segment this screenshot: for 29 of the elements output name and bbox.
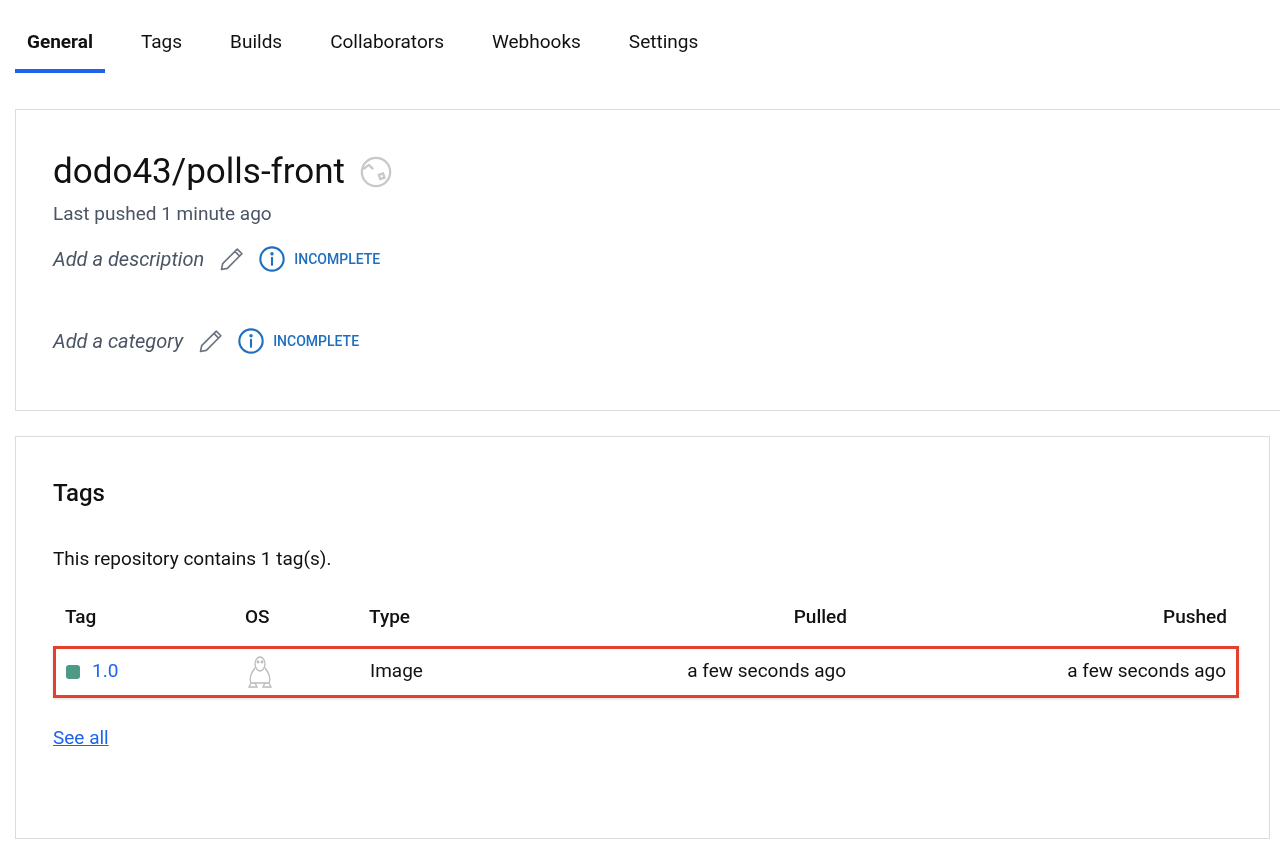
field-placeholder[interactable]: Add a description bbox=[53, 244, 205, 274]
globe-icon bbox=[359, 154, 393, 189]
column-header: Type bbox=[369, 604, 412, 630]
column-header: OS bbox=[245, 604, 271, 630]
column-header: Pulled bbox=[792, 604, 847, 630]
info-icon bbox=[258, 245, 287, 273]
column-header: Tag bbox=[65, 604, 98, 630]
pulled-cell-text: a few seconds ago bbox=[686, 658, 846, 685]
tab[interactable]: Webhooks bbox=[479, 28, 593, 73]
tab[interactable]: Settings bbox=[616, 28, 711, 73]
table-row[interactable]: 1.0 Image a few seconds ago a few seconds ago bbox=[53, 645, 1239, 698]
last-pushed-text: Last pushed 1 minute ago bbox=[53, 200, 273, 227]
info-icon bbox=[237, 327, 266, 355]
pushed-cell-text: a few seconds ago bbox=[1066, 658, 1226, 685]
tab[interactable]: Tags bbox=[129, 28, 195, 73]
tab[interactable]: General bbox=[15, 28, 105, 73]
tab[interactable]: Collaborators bbox=[318, 28, 456, 73]
tags-summary: This repository contains 1 tag(s). bbox=[53, 545, 333, 572]
status-label: INCOMPLETE bbox=[273, 331, 360, 351]
tag-link[interactable]: 1.0 bbox=[92, 657, 119, 686]
status-label: INCOMPLETE bbox=[294, 249, 381, 269]
penguin-icon bbox=[246, 654, 274, 689]
tab[interactable]: Builds bbox=[218, 28, 295, 73]
repository-title: dodo43/polls-front bbox=[53, 149, 345, 194]
tags-heading: Tags bbox=[53, 477, 106, 509]
field-placeholder[interactable]: Add a category bbox=[53, 326, 184, 356]
see-all-link[interactable]: See all bbox=[53, 723, 109, 752]
column-header: Pushed bbox=[1162, 604, 1227, 630]
type-cell-text: Image bbox=[370, 658, 424, 685]
